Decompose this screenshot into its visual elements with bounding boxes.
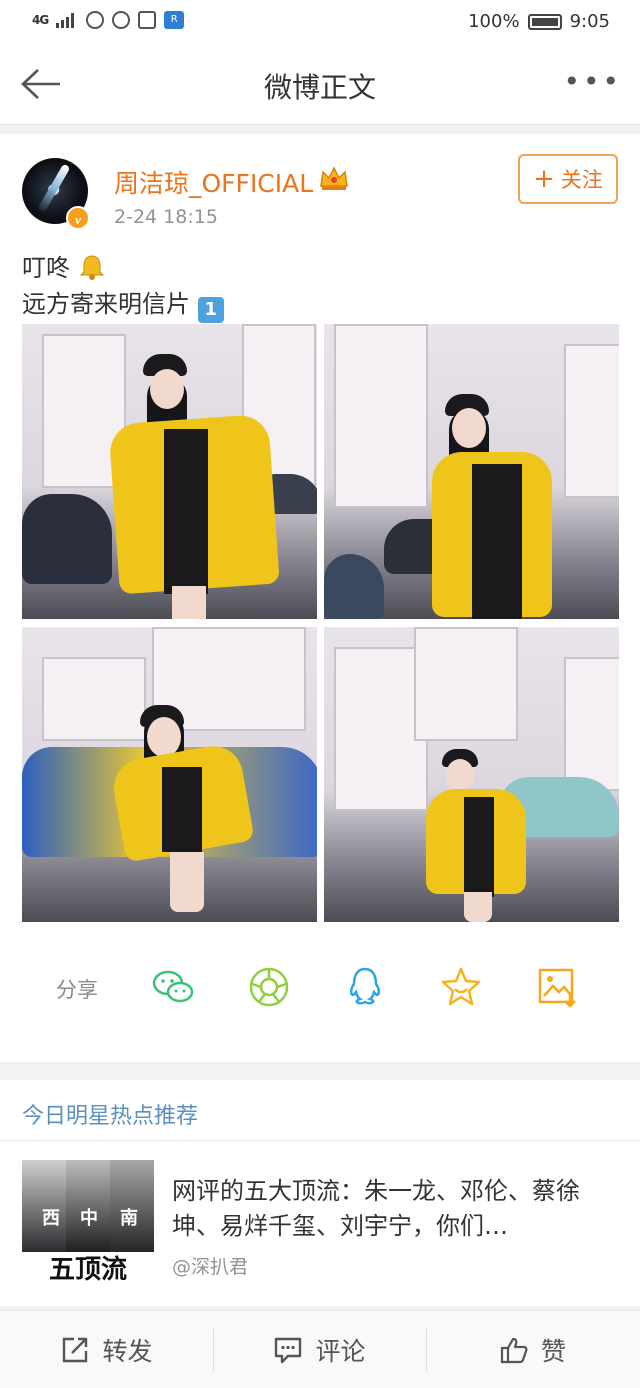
app-notification-icon: R <box>164 11 185 29</box>
moments-icon[interactable] <box>246 964 292 1010</box>
hot-item-title[interactable]: 网评的五大顶流：朱一龙、邓伦、蔡徐坤、易烊千玺、刘宇宁，你们… <box>172 1174 622 1244</box>
repost-button[interactable]: 转发 <box>0 1311 213 1388</box>
hot-recommendation: 今日明星热点推荐 西 中 南 五顶流 网评的五大顶流：朱一龙、邓伦、蔡徐坤、易烊… <box>0 1080 640 1306</box>
save-image-icon[interactable] <box>534 964 580 1010</box>
status-left: 4G R <box>32 11 185 29</box>
bell-emoji-icon <box>79 255 104 280</box>
section-title: 今日明星热点推荐 <box>22 1104 199 1129</box>
verified-badge-icon: v <box>66 206 90 230</box>
comment-icon <box>275 1337 302 1363</box>
like-label: 赞 <box>540 1336 566 1366</box>
thumb-tag-1: 西 <box>42 1208 60 1229</box>
qq-icon[interactable] <box>342 964 388 1010</box>
thumb-tag-3: 南 <box>120 1208 138 1229</box>
thumb-caption: 五顶流 <box>22 1252 154 1288</box>
favorite-icon[interactable] <box>438 964 484 1010</box>
comment-button[interactable]: 评论 <box>213 1311 426 1388</box>
data-saver-icon <box>112 11 131 29</box>
repost-icon <box>63 1337 88 1362</box>
divider <box>0 1140 640 1141</box>
more-options-icon[interactable]: ••• <box>563 68 622 96</box>
follow-button[interactable]: + 关注 <box>518 154 618 204</box>
nav-bar: 微博正文 ••• <box>0 44 640 125</box>
post-text-line-2: 远方寄来明信片 1 <box>22 284 224 323</box>
post-text-line-1-text: 叮咚 <box>22 254 70 282</box>
nfc-icon <box>138 11 157 29</box>
hd-voice-icon <box>86 11 105 29</box>
status-bar: 4G R 100% 9:05 <box>0 0 640 44</box>
post-text-line-2-text: 远方寄来明信片 <box>22 290 190 318</box>
plus-icon: + <box>533 164 555 194</box>
bottom-action-bar: 转发 评论 赞 <box>0 1310 640 1388</box>
network-type: 4G <box>32 13 49 27</box>
post-photo-2[interactable] <box>324 324 619 619</box>
post-timestamp: 2-24 18:15 <box>114 206 218 228</box>
follow-label: 关注 <box>560 168 603 192</box>
wechat-icon[interactable] <box>150 964 196 1010</box>
post-photo-1[interactable] <box>22 324 317 619</box>
post-card: v 周洁琼_OFFICIAL 2-24 18:15 + 关注 叮咚 远方寄来明信… <box>0 134 640 1062</box>
comment-label: 评论 <box>315 1336 366 1366</box>
signal-icon <box>56 13 75 28</box>
hot-item-source[interactable]: @深扒君 <box>172 1252 248 1279</box>
hot-item-thumbnail[interactable]: 西 中 南 五顶流 <box>22 1160 154 1288</box>
clock: 9:05 <box>569 11 610 32</box>
status-right: 100% 9:05 <box>468 11 610 32</box>
author-name[interactable]: 周洁琼_OFFICIAL <box>114 164 313 200</box>
page-title: 微博正文 <box>263 71 376 104</box>
share-row: 分享 <box>0 952 640 1022</box>
keycap-one-emoji-icon: 1 <box>197 297 224 323</box>
battery-percent: 100% <box>468 11 520 32</box>
share-label: 分享 <box>56 978 98 1002</box>
thumbs-up-icon <box>500 1337 528 1363</box>
vip-crown-icon[interactable] <box>318 164 350 192</box>
repost-label: 转发 <box>102 1336 153 1366</box>
post-photo-4[interactable] <box>324 627 619 922</box>
thumb-tag-2: 中 <box>80 1208 98 1229</box>
like-button[interactable]: 赞 <box>426 1311 639 1388</box>
battery-icon <box>527 13 562 30</box>
post-text-line-1: 叮咚 <box>22 248 106 283</box>
post-photo-3[interactable] <box>22 627 317 922</box>
